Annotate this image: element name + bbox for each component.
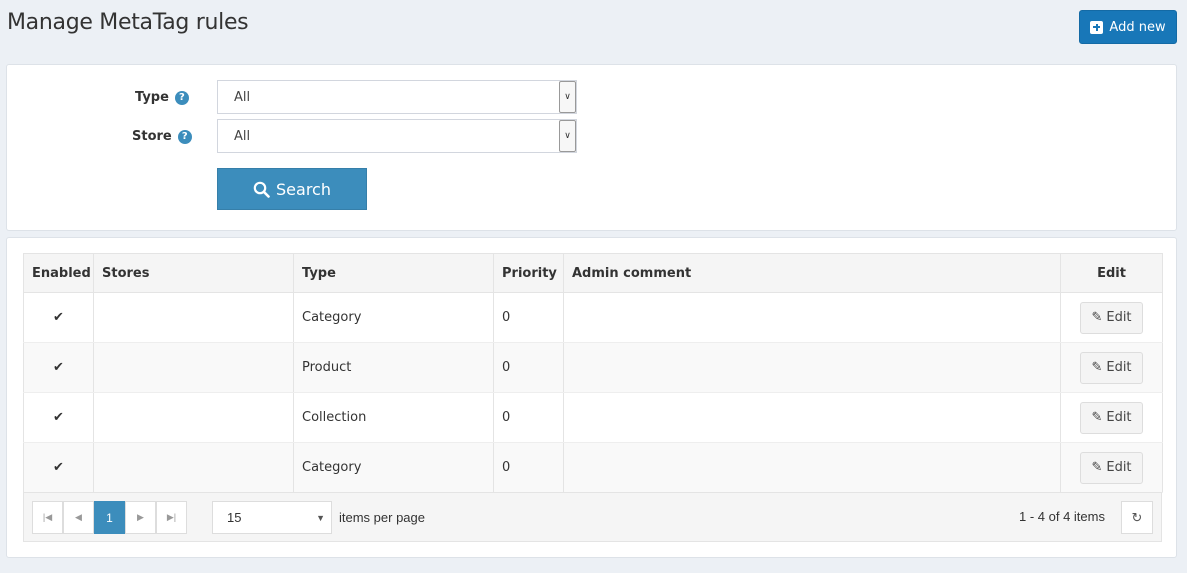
pager-info: 1 - 4 of 4 items xyxy=(1019,509,1105,524)
store-select-value: All xyxy=(234,128,251,144)
check-icon: ✔ xyxy=(23,442,94,493)
first-page-button[interactable]: |◀ xyxy=(32,501,63,534)
edit-button[interactable]: ✎ Edit xyxy=(1080,351,1143,384)
refresh-icon: ↻ xyxy=(1131,509,1143,525)
stores-cell xyxy=(93,392,294,443)
stores-cell xyxy=(93,342,294,393)
table-row: ✔ Collection 0 ✎ Edit xyxy=(23,392,1163,443)
previous-page-icon: ◀ xyxy=(75,512,82,522)
edit-label: Edit xyxy=(1106,460,1132,475)
column-header-enabled[interactable]: Enabled xyxy=(23,253,94,293)
search-icon xyxy=(253,181,270,198)
type-select[interactable]: All ∨ xyxy=(217,80,577,114)
metatag-rules-table: Enabled Stores Type Priority Admin comme… xyxy=(23,253,1163,493)
last-page-icon: ▶| xyxy=(166,512,177,522)
admin-comment-cell xyxy=(563,292,1061,343)
page-size-select[interactable]: 15 ▼ xyxy=(212,501,332,534)
table-row: ✔ Category 0 ✎ Edit xyxy=(23,442,1163,493)
type-cell: Category xyxy=(293,442,494,493)
type-cell: Collection xyxy=(293,392,494,443)
pencil-icon: ✎ xyxy=(1091,460,1103,475)
edit-label: Edit xyxy=(1106,310,1132,325)
table-header-row: Enabled Stores Type Priority Admin comme… xyxy=(23,253,1163,293)
first-page-icon: |◀ xyxy=(42,512,53,522)
plus-square-icon xyxy=(1090,20,1104,34)
help-icon[interactable]: ? xyxy=(177,129,192,144)
next-page-button[interactable]: ▶ xyxy=(125,501,156,534)
edit-button[interactable]: ✎ Edit xyxy=(1080,401,1143,434)
table-row: ✔ Product 0 ✎ Edit xyxy=(23,342,1163,393)
refresh-button[interactable]: ↻ xyxy=(1121,501,1153,534)
edit-cell: ✎ Edit xyxy=(1060,342,1163,393)
priority-cell: 0 xyxy=(493,392,564,443)
page-button-current[interactable]: 1 xyxy=(94,501,125,534)
table-row: ✔ Category 0 ✎ Edit xyxy=(23,292,1163,343)
next-page-icon: ▶ xyxy=(137,512,144,522)
pencil-icon: ✎ xyxy=(1091,410,1103,425)
search-button[interactable]: Search xyxy=(217,168,367,210)
store-label: Store xyxy=(132,129,172,144)
column-header-priority[interactable]: Priority xyxy=(493,253,564,293)
priority-cell: 0 xyxy=(493,292,564,343)
edit-button[interactable]: ✎ Edit xyxy=(1080,451,1143,484)
column-header-admin-comment[interactable]: Admin comment xyxy=(563,253,1061,293)
edit-label: Edit xyxy=(1106,410,1132,425)
edit-button[interactable]: ✎ Edit xyxy=(1080,301,1143,334)
edit-cell: ✎ Edit xyxy=(1060,292,1163,343)
chevron-down-icon[interactable]: ∨ xyxy=(559,120,576,152)
grid-panel: Enabled Stores Type Priority Admin comme… xyxy=(6,237,1177,558)
edit-cell: ✎ Edit xyxy=(1060,442,1163,493)
store-label-group: Store ? xyxy=(132,129,192,144)
priority-cell: 0 xyxy=(493,342,564,393)
last-page-button[interactable]: ▶| xyxy=(156,501,187,534)
pencil-icon: ✎ xyxy=(1091,360,1103,375)
check-icon: ✔ xyxy=(23,392,94,443)
store-select[interactable]: All ∨ xyxy=(217,119,577,153)
admin-comment-cell xyxy=(563,342,1061,393)
pencil-icon: ✎ xyxy=(1091,310,1103,325)
previous-page-button[interactable]: ◀ xyxy=(63,501,94,534)
items-per-page-label: items per page xyxy=(339,510,425,525)
add-new-button[interactable]: Add new xyxy=(1079,10,1177,44)
search-panel: Type ? All ∨ Store ? All ∨ Search xyxy=(6,64,1177,231)
help-icon[interactable]: ? xyxy=(174,90,189,105)
type-cell: Product xyxy=(293,342,494,393)
column-header-type[interactable]: Type xyxy=(293,253,494,293)
page-size-value: 15 xyxy=(227,510,242,525)
admin-comment-cell xyxy=(563,392,1061,443)
page-title: Manage MetaTag rules xyxy=(7,10,249,35)
type-select-value: All xyxy=(234,89,251,105)
edit-cell: ✎ Edit xyxy=(1060,392,1163,443)
priority-cell: 0 xyxy=(493,442,564,493)
type-label-group: Type ? xyxy=(135,90,189,105)
type-label: Type xyxy=(135,90,169,105)
chevron-down-icon[interactable]: ∨ xyxy=(559,81,576,113)
column-header-edit: Edit xyxy=(1060,253,1163,293)
admin-comment-cell xyxy=(563,442,1061,493)
column-header-stores[interactable]: Stores xyxy=(93,253,294,293)
pager: |◀ ◀ 1 ▶ ▶| 15 ▼ items per page 1 - 4 of… xyxy=(23,492,1162,542)
edit-label: Edit xyxy=(1106,360,1132,375)
add-new-label: Add new xyxy=(1109,19,1166,35)
check-icon: ✔ xyxy=(23,292,94,343)
check-icon: ✔ xyxy=(23,342,94,393)
type-cell: Category xyxy=(293,292,494,343)
caret-down-icon: ▼ xyxy=(316,512,325,523)
search-label: Search xyxy=(276,179,331,199)
stores-cell xyxy=(93,442,294,493)
stores-cell xyxy=(93,292,294,343)
